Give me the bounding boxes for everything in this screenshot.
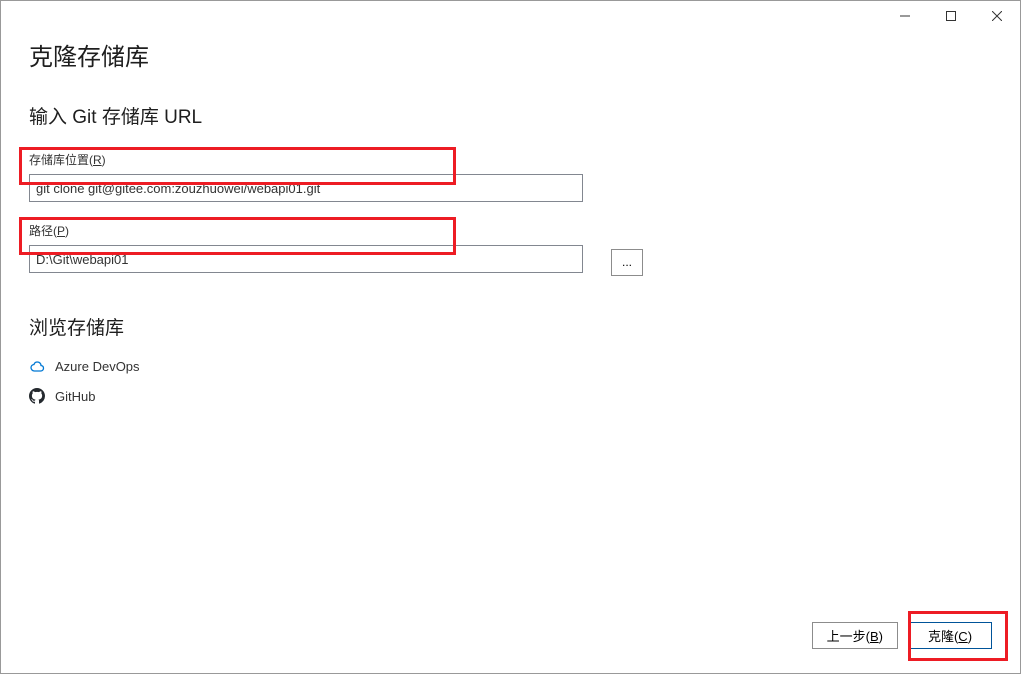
maximize-button[interactable] (928, 1, 974, 31)
clone-button[interactable]: 克隆(C) (908, 622, 992, 649)
close-button[interactable] (974, 1, 1020, 31)
back-button[interactable]: 上一步(B) (812, 622, 898, 649)
repo-location-label: 存储库位置(R) (29, 151, 992, 168)
minimize-button[interactable] (882, 1, 928, 31)
github-icon (29, 388, 45, 404)
path-row: ... (29, 245, 992, 273)
window-controls (882, 1, 1020, 31)
path-label: 路径(P) (29, 222, 992, 239)
repo-location-input[interactable] (29, 174, 583, 202)
page-subtitle: 输入 Git 存储库 URL (29, 102, 992, 129)
browse-button[interactable]: ... (611, 249, 643, 276)
content: 克隆存储库 输入 Git 存储库 URL 存储库位置(R) 路径(P) ... … (1, 37, 1020, 404)
path-input[interactable] (29, 245, 583, 273)
provider-azure-devops[interactable]: Azure DevOps (29, 358, 992, 374)
page-title: 克隆存储库 (29, 37, 992, 72)
provider-github[interactable]: GitHub (29, 388, 992, 404)
browse-title: 浏览存储库 (29, 313, 992, 340)
provider-label: Azure DevOps (55, 359, 140, 374)
titlebar (1, 1, 1020, 31)
cloud-icon (29, 358, 45, 374)
provider-label: GitHub (55, 389, 95, 404)
repo-location-row (29, 174, 992, 202)
footer-buttons: 上一步(B) 克隆(C) (812, 622, 992, 649)
